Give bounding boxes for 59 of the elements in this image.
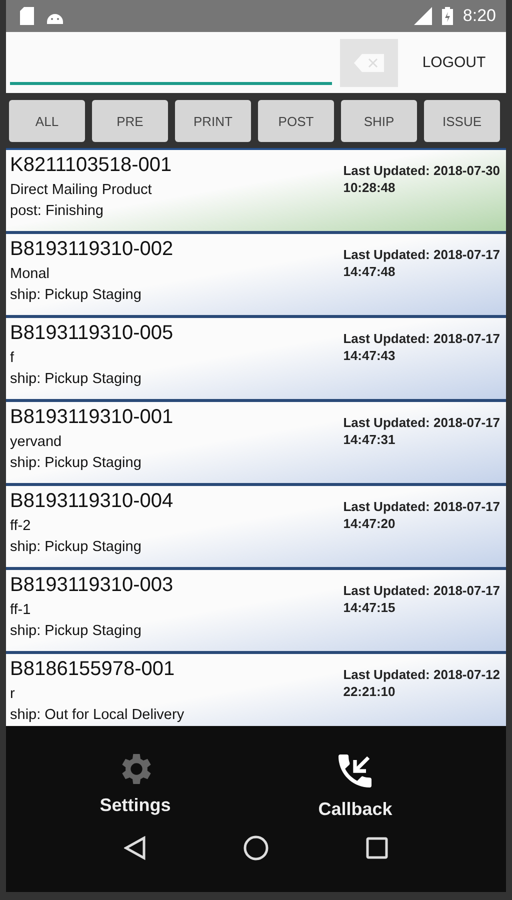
- order-id: B8193119310-002: [10, 238, 174, 261]
- backspace-icon: [354, 54, 384, 72]
- order-id: B8193119310-001: [10, 406, 174, 429]
- order-card[interactable]: B8193119310-004 ff-2 ship: Pickup Staging Last Updated: 2018-07-17 14:47:20: [6, 486, 506, 567]
- order-status: post: Finishing: [10, 202, 104, 221]
- last-updated: Last Updated: 2018-07-12: [343, 666, 500, 683]
- order-card[interactable]: B8193119310-005 f ship: Pickup Staging Last Updated: 2018-07-17 14:47:43: [6, 318, 506, 399]
- sd-card-icon: [20, 7, 34, 25]
- order-status: ship: Pickup Staging: [10, 370, 142, 389]
- updated-time: 14:47:20: [343, 515, 396, 532]
- back-icon[interactable]: [124, 836, 146, 860]
- last-updated: Last Updated: 2018-07-30: [343, 162, 500, 179]
- last-updated: Last Updated: 2018-07-17: [343, 414, 500, 431]
- order-status: ship: Pickup Staging: [10, 538, 142, 557]
- callback-button[interactable]: Callback: [312, 748, 398, 821]
- order-status: ship: Out for Local Delivery: [10, 706, 184, 725]
- filter-button[interactable]: ALL: [9, 100, 85, 142]
- order-status: ship: Pickup Staging: [10, 454, 142, 473]
- filter-button[interactable]: PRINT: [175, 100, 251, 142]
- logout-button[interactable]: LOGOUT: [406, 53, 502, 72]
- order-card[interactable]: K8211103518-001 Direct Mailing Product post: Finishing Last Updated: 2018-07-30 10:28:48: [6, 150, 506, 231]
- last-updated: Last Updated: 2018-07-17: [343, 582, 500, 599]
- order-card[interactable]: B8193119310-001 yervand ship: Pickup Staging Last Updated: 2018-07-17 14:47:31: [6, 402, 506, 483]
- home-icon[interactable]: [242, 835, 269, 861]
- signal-icon: [414, 7, 432, 25]
- order-name: Direct Mailing Product: [10, 181, 153, 200]
- order-name: yervand: [10, 433, 63, 452]
- last-updated: Last Updated: 2018-07-17: [343, 498, 500, 515]
- last-updated: Last Updated: 2018-07-17: [343, 330, 500, 347]
- order-id: B8186155978-001: [10, 658, 176, 681]
- filter-button[interactable]: ISSUE: [424, 100, 500, 142]
- settings-button[interactable]: Settings: [94, 748, 177, 821]
- updated-time: 14:47:15: [343, 599, 396, 616]
- filter-button[interactable]: PRE: [92, 100, 168, 142]
- order-id: B8193119310-004: [10, 490, 174, 513]
- order-card[interactable]: B8193119310-002 Monal ship: Pickup Staging Last Updated: 2018-07-17 14:47:48: [6, 234, 506, 315]
- order-status: ship: Pickup Staging: [10, 622, 142, 641]
- clock: 8:20: [462, 6, 496, 26]
- order-name: Monal: [10, 265, 50, 284]
- updated-time: 14:47:48: [343, 263, 396, 280]
- battery-icon: [442, 7, 453, 25]
- order-card[interactable]: B8186155978-001 r ship: Out for Local Delivery Last Updated: 2018-07-12 22:21:10: [6, 654, 506, 726]
- order-status: ship: Pickup Staging: [10, 286, 142, 305]
- order-id: B8193119310-003: [10, 574, 174, 597]
- order-name: ff-2: [10, 517, 32, 536]
- order-name: r: [10, 685, 16, 704]
- updated-time: 22:21:10: [343, 683, 396, 700]
- recents-icon[interactable]: [366, 837, 388, 859]
- updated-time: 14:47:31: [343, 431, 396, 448]
- filter-button[interactable]: POST: [258, 100, 334, 142]
- filter-button[interactable]: SHIP: [341, 100, 417, 142]
- order-card[interactable]: B8193119310-003 ff-1 ship: Pickup Staging Last Updated: 2018-07-17 14:47:15: [6, 570, 506, 651]
- last-updated: Last Updated: 2018-07-17: [343, 246, 500, 263]
- updated-time: 14:47:43: [343, 347, 396, 364]
- order-name: ff-1: [10, 601, 32, 620]
- updated-time: 10:28:48: [343, 179, 396, 196]
- order-id: K8211103518-001: [10, 154, 172, 177]
- order-id: B8193119310-005: [10, 322, 174, 345]
- order-name: f: [10, 349, 16, 368]
